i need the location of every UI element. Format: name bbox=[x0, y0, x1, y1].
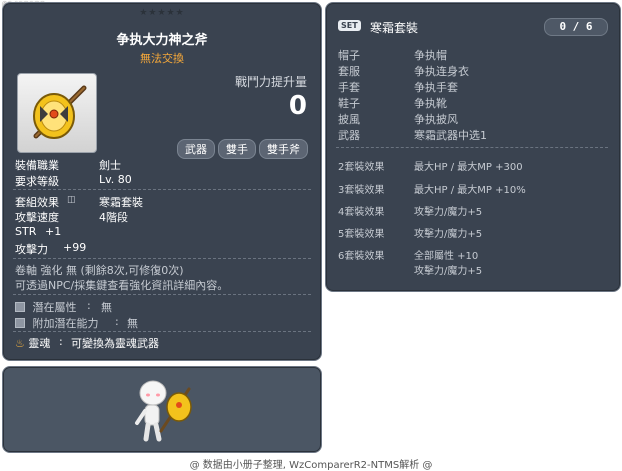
str-row: STR +1 bbox=[15, 225, 61, 238]
set-bonus-label: 3套裝效果 bbox=[338, 185, 385, 196]
item-tags: 武器 雙手 雙手斧 bbox=[177, 139, 308, 159]
set-part-name: 争执手套 bbox=[414, 81, 458, 94]
job-label: 裝備職業 bbox=[15, 159, 59, 172]
str-label: STR bbox=[15, 225, 37, 238]
set-bonus-value: 攻擊力/魔力+5 bbox=[414, 266, 483, 277]
set-part-row: 鞋子 争执靴 bbox=[338, 95, 447, 111]
character-preview-panel bbox=[2, 366, 322, 453]
set-part-name: 争执帽 bbox=[414, 49, 447, 62]
set-bonus-row: 4套裝效果 攻擊力/魔力+5 bbox=[338, 203, 482, 218]
set-part-row: 武器 寒霜武器中选1 bbox=[338, 127, 487, 143]
set-part-slot: 帽子 bbox=[338, 49, 360, 62]
set-bonus-value: 最大HP / 最大MP +10% bbox=[414, 185, 526, 196]
item-name: 争执大力神之斧 bbox=[116, 33, 208, 48]
lock-icon: ◫ bbox=[67, 195, 76, 205]
add-potential-label: 附加潛在能力 bbox=[32, 317, 99, 330]
job-value: 劍士 bbox=[99, 159, 121, 172]
set-part-name: 争执靴 bbox=[414, 97, 447, 110]
upgrade-line: 卷軸 強化 無 (剩餘8次,可修復0次) bbox=[15, 264, 184, 277]
set-effect-value: 寒霜套裝 bbox=[99, 196, 143, 209]
level-value: Lv. 80 bbox=[99, 173, 132, 186]
add-potential-value: 無 bbox=[127, 317, 138, 330]
divider bbox=[336, 147, 608, 149]
set-part-name: 争执连身衣 bbox=[414, 65, 469, 78]
set-part-slot: 披風 bbox=[338, 113, 360, 126]
set-part-row: 帽子 争执帽 bbox=[338, 47, 447, 63]
set-part-name: 争执披风 bbox=[414, 113, 458, 126]
power-label: 戰鬥力提升量 bbox=[234, 75, 307, 89]
set-part-row: 套服 争执连身衣 bbox=[338, 63, 469, 79]
set-bonus-row: 6套裝效果 全部屬性 +10 bbox=[338, 247, 478, 262]
item-tooltip-panel: ★★★★★ 争执大力神之斧 無法交換 戰鬥力提升量 0 武器 雙手 雙手斧 裝備… bbox=[2, 2, 322, 361]
set-effect-panel: SET 寒霜套裝 0 / 6 帽子 争执帽 套服 争执连身衣 手套 争执手套 鞋… bbox=[325, 2, 621, 292]
level-label: 要求等級 bbox=[15, 175, 59, 188]
set-part-row: 手套 争执手套 bbox=[338, 79, 458, 95]
set-part-slot: 鞋子 bbox=[338, 97, 360, 110]
set-effect-label: 套組效果 bbox=[15, 196, 59, 209]
set-bonus-value: 攻擊力/魔力+5 bbox=[414, 207, 483, 218]
star-rating: ★★★★★ bbox=[139, 8, 185, 18]
set-part-name: 寒霜武器中选1 bbox=[414, 129, 487, 142]
tag-two-handed: 雙手 bbox=[218, 139, 256, 159]
set-part-slot: 手套 bbox=[338, 81, 360, 94]
flame-icon: ♨ bbox=[15, 337, 25, 350]
axe-icon bbox=[33, 85, 87, 139]
potential-label: 潛在屬性 bbox=[32, 301, 77, 314]
atk-label: 攻擊力 bbox=[15, 243, 48, 256]
level-row: 要求等級 Lv. 80 bbox=[15, 173, 132, 189]
tag-two-handed-axe: 雙手斧 bbox=[259, 139, 308, 159]
set-bonus-row: 3套裝效果 最大HP / 最大MP +10% bbox=[338, 181, 526, 196]
character-preview-image bbox=[135, 380, 192, 442]
job-row: 裝備職業 劍士 bbox=[15, 157, 121, 173]
speed-row: 攻擊速度 4階段 bbox=[15, 209, 128, 225]
divider bbox=[13, 331, 311, 333]
speed-label: 攻擊速度 bbox=[15, 211, 59, 224]
set-title: 寒霜套裝 bbox=[370, 21, 419, 35]
footer-credit: @ 数据由小册子整理, WzComparerR2-NTMS解析 @ bbox=[189, 460, 433, 471]
set-bonus-label: 4套裝效果 bbox=[338, 207, 385, 218]
tag-weapon: 武器 bbox=[177, 139, 215, 159]
set-bonus-value: 攻擊力/魔力+5 bbox=[414, 229, 483, 240]
set-bonus-row: 5套裝效果 攻擊力/魔力+5 bbox=[338, 225, 482, 240]
potential-value: 無 bbox=[101, 301, 112, 314]
soul-value: 可變換為靈魂武器 bbox=[71, 337, 159, 350]
set-bonus-row: 2套裝效果 最大HP / 最大MP +300 bbox=[338, 158, 523, 173]
set-count-badge: 0 / 6 bbox=[544, 18, 608, 36]
divider bbox=[13, 189, 311, 191]
add-potential-checkbox-icon bbox=[15, 318, 25, 328]
set-part-row: 披風 争执披风 bbox=[338, 111, 458, 127]
potential-row: 潛在屬性 : 無 bbox=[15, 299, 112, 315]
power-value: 0 bbox=[288, 91, 307, 121]
trade-status: 無法交換 bbox=[140, 52, 184, 65]
divider bbox=[13, 258, 311, 260]
set-bonus-value: 全部屬性 +10 bbox=[414, 251, 479, 262]
soul-label: 靈魂 bbox=[28, 337, 51, 350]
npc-line: 可透過NPC/採集鍵查看強化資訊詳細內容。 bbox=[15, 279, 229, 292]
item-icon-frame bbox=[17, 73, 97, 153]
set-part-slot: 武器 bbox=[338, 129, 360, 142]
atk-value: +99 bbox=[63, 241, 87, 254]
speed-value: 4階段 bbox=[99, 211, 128, 224]
str-value: +1 bbox=[45, 225, 62, 238]
set-effect-row: 套組效果 ◫ 寒霜套裝 bbox=[15, 194, 143, 210]
set-badge: SET bbox=[338, 20, 361, 31]
set-bonus-label: 2套裝效果 bbox=[338, 162, 385, 173]
set-bonus-label: 5套裝效果 bbox=[338, 229, 385, 240]
soul-row: ♨ 靈魂 : 可變換為靈魂武器 bbox=[15, 335, 159, 350]
potential-checkbox-icon bbox=[15, 302, 25, 312]
add-potential-row: 附加潛在能力 : 無 bbox=[15, 315, 138, 331]
atk-row: 攻擊力 +99 bbox=[15, 241, 86, 257]
divider bbox=[13, 294, 311, 296]
set-bonus-label: 6套裝效果 bbox=[338, 251, 385, 262]
set-bonus-value: 最大HP / 最大MP +300 bbox=[414, 162, 523, 173]
set-part-slot: 套服 bbox=[338, 65, 360, 78]
